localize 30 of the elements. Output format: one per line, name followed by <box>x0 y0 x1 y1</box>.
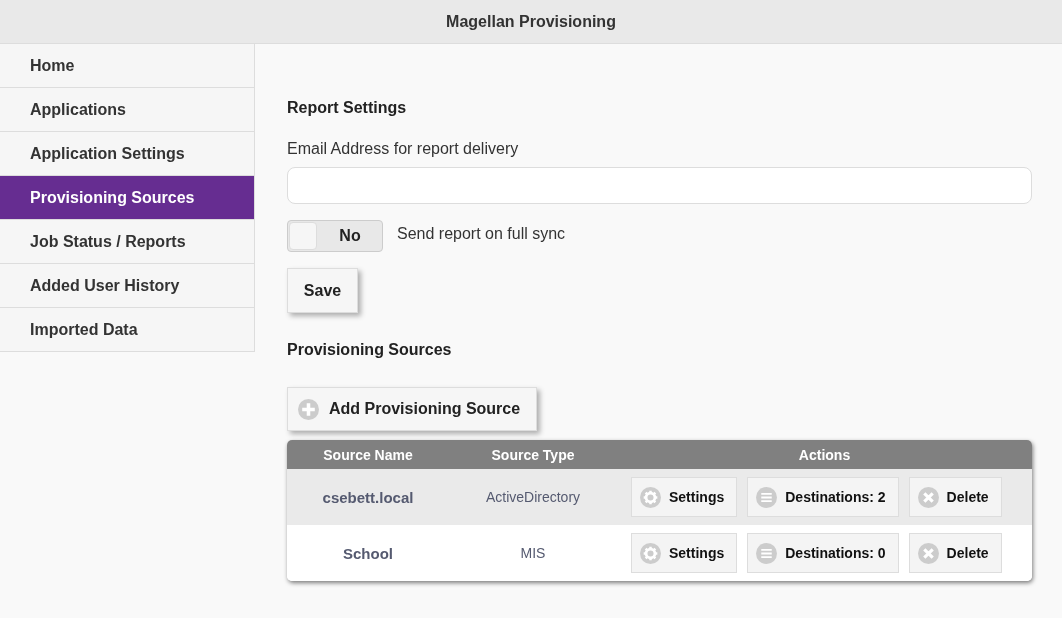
table-cell-text: ActiveDirectory <box>484 489 582 505</box>
close-icon <box>917 542 939 564</box>
column-header: Actions <box>797 446 852 463</box>
delete-button[interactable]: Delete <box>908 477 1002 517</box>
settings-button[interactable]: Settings <box>631 533 738 573</box>
app-title: Magellan Provisioning <box>446 12 616 31</box>
plus-icon <box>298 398 319 420</box>
toggle-switch[interactable]: No <box>287 220 383 252</box>
field-label: Email Address for report delivery <box>287 140 519 158</box>
column-header: Source Name <box>322 446 414 463</box>
add-source-button[interactable]: Add Provisioning Source <box>287 387 538 431</box>
email-field[interactable] <box>287 167 1032 204</box>
table-cell-text: MIS <box>519 545 547 561</box>
table-cell-text: csebett.local <box>321 488 415 506</box>
save-button[interactable]: Save <box>287 268 358 313</box>
toggle-label: Send report on full sync <box>397 225 566 243</box>
settings-button[interactable]: Settings <box>631 477 738 517</box>
section-heading: Report Settings <box>287 99 407 117</box>
sidebar-item[interactable]: Provisioning Sources <box>0 176 254 220</box>
gear-icon <box>640 486 661 508</box>
destinations-button[interactable]: Destinations: 2 <box>747 477 899 517</box>
list-icon <box>756 542 778 564</box>
close-icon <box>917 486 939 508</box>
gear-icon <box>640 542 661 564</box>
column-header: Source Type <box>490 446 576 463</box>
list-icon <box>756 486 778 508</box>
delete-button[interactable]: Delete <box>908 533 1002 573</box>
destinations-button[interactable]: Destinations: 0 <box>747 533 899 573</box>
table-cell-text: School <box>342 544 394 562</box>
section-heading: Provisioning Sources <box>287 341 452 359</box>
